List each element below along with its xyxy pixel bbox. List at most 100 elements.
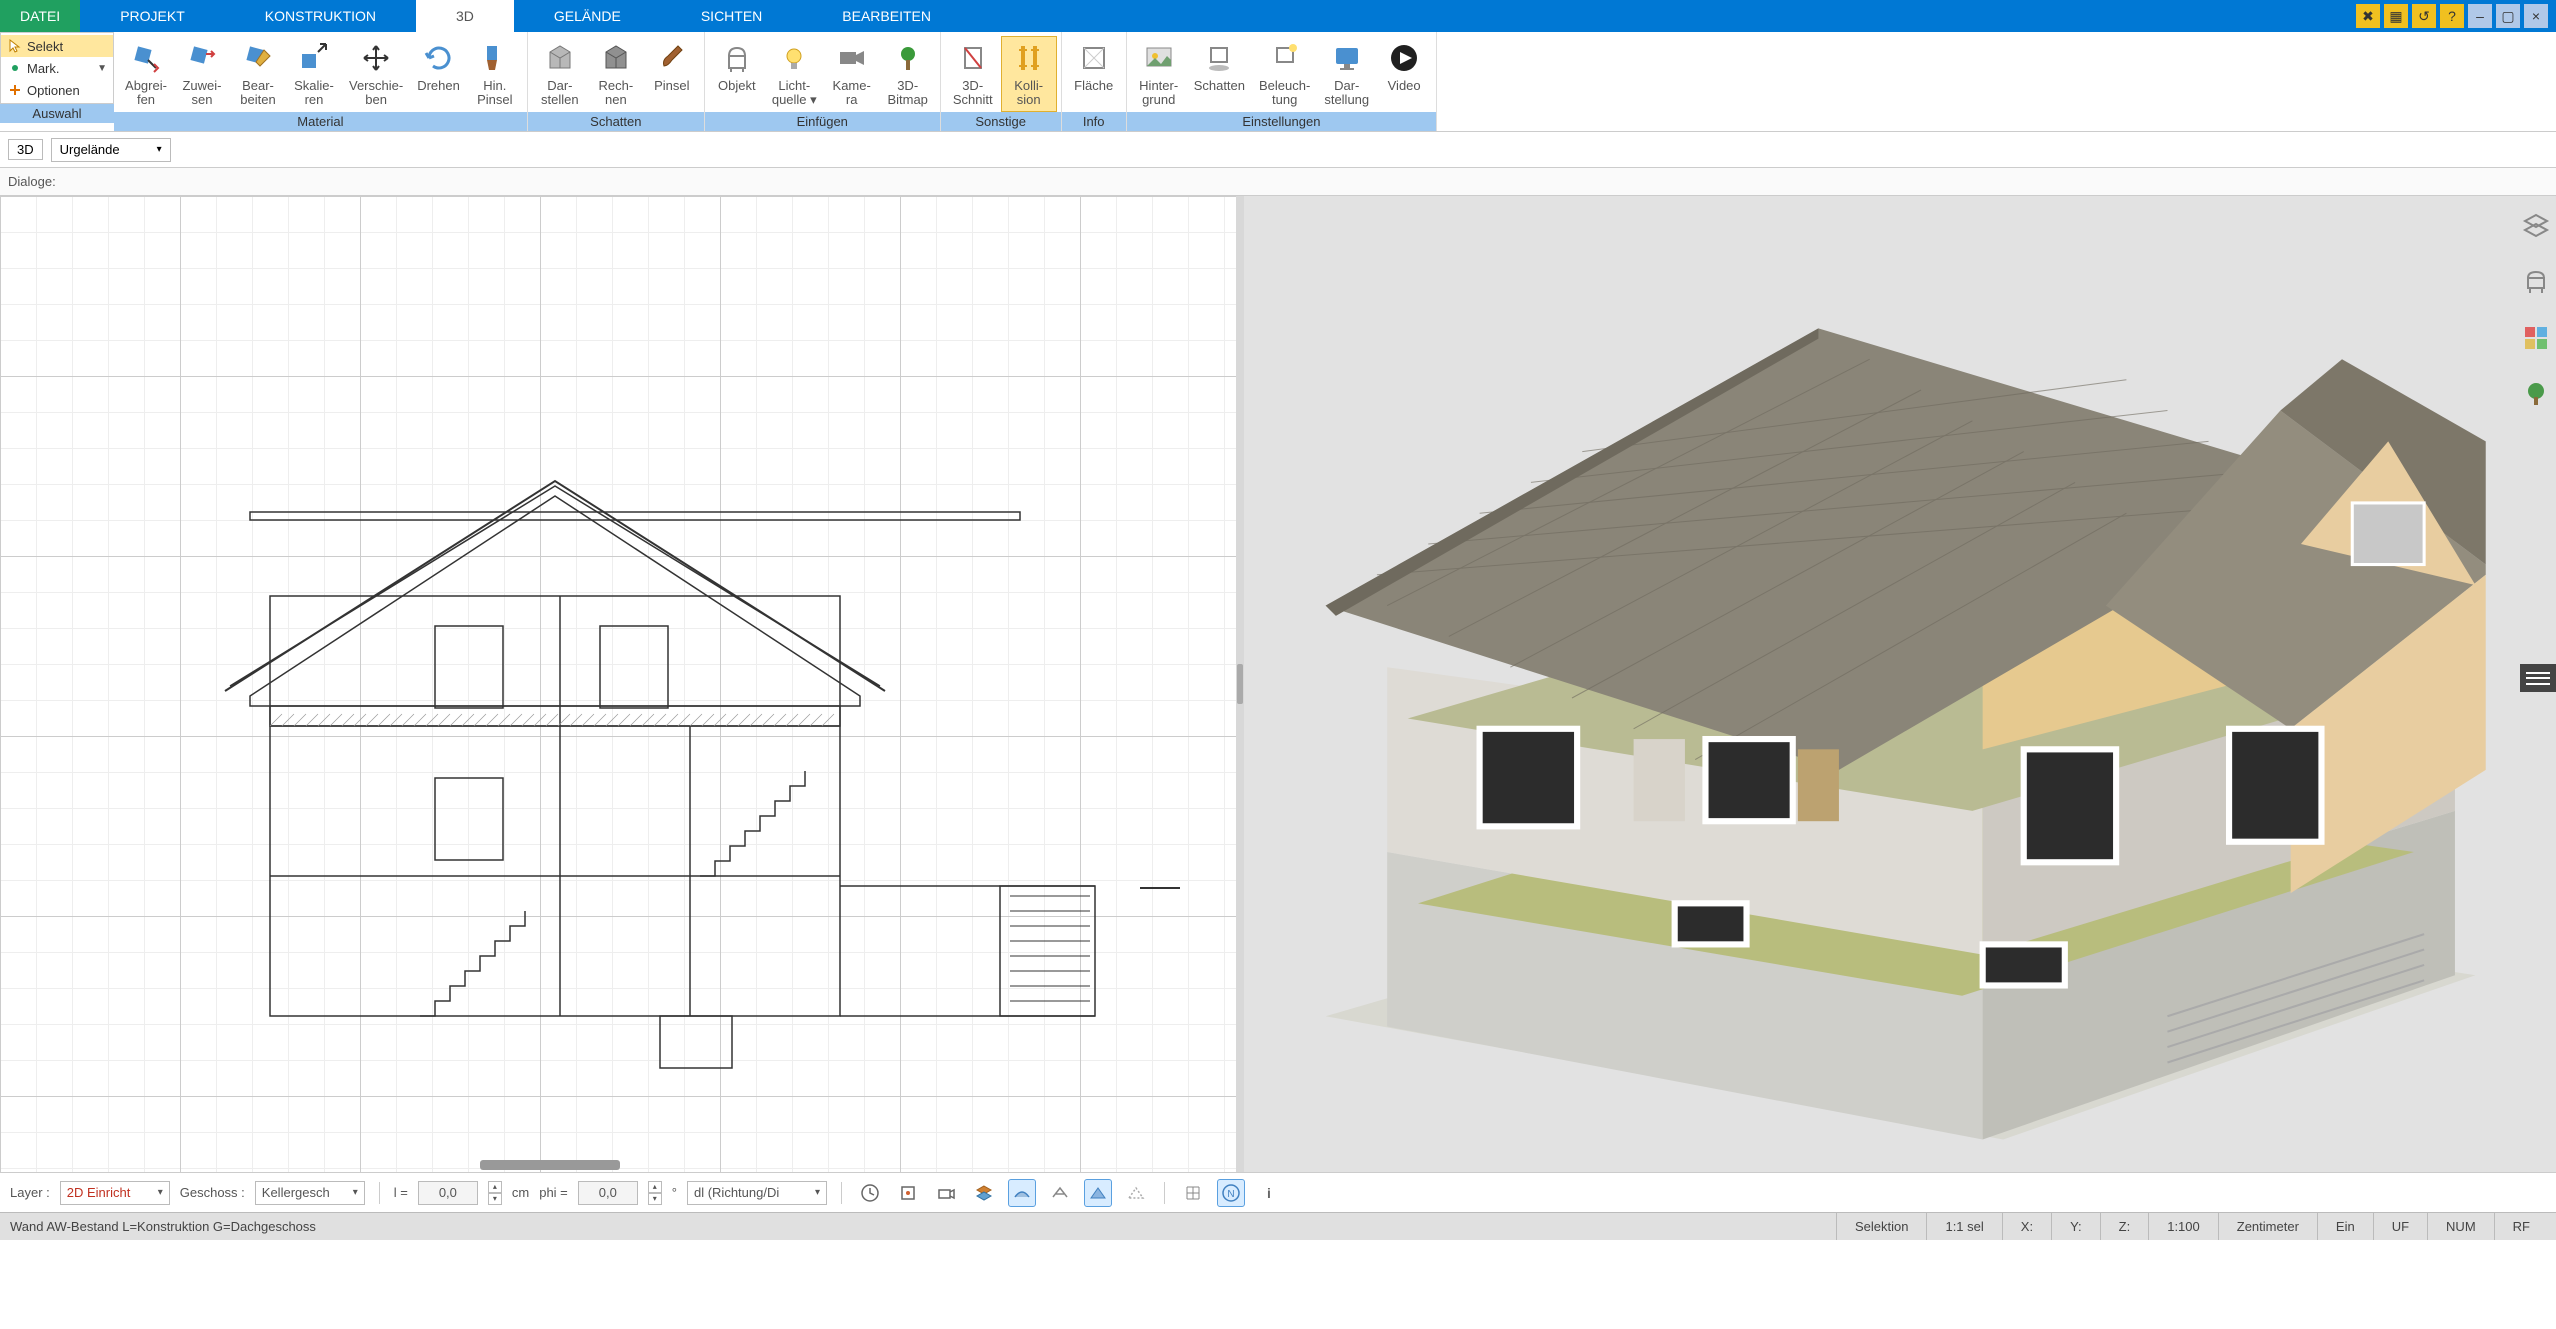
chevron-down-icon: ▼ (97, 63, 107, 74)
ribbon-verschieben-label1: Verschie- (349, 79, 403, 93)
l-spinner[interactable]: ▴▾ (488, 1181, 502, 1205)
status-uf: UF (2373, 1213, 2427, 1240)
phi-spinner[interactable]: ▴▾ (648, 1181, 662, 1205)
ribbon-hintergrund-button[interactable]: Hinter-grund (1131, 36, 1187, 112)
phi-label: phi = (539, 1185, 568, 1200)
ribbon-kollision-button[interactable]: Kolli-sion (1001, 36, 1057, 112)
ribbon-video-button[interactable]: Video (1376, 36, 1432, 112)
menu-datei[interactable]: DATEI (0, 0, 80, 32)
ribbon-bearbeiten-button[interactable]: Bear-beiten (230, 36, 286, 112)
ribbon-verschieben-button[interactable]: Verschie-ben (342, 36, 410, 112)
color-palette-icon[interactable] (2518, 320, 2554, 356)
menubar: DATEI PROJEKT KONSTRUKTION 3D GELÄNDE SI… (0, 0, 2556, 32)
optionen-button[interactable]: Optionen (1, 79, 113, 101)
camera-icon[interactable] (932, 1179, 960, 1207)
ribbon-bearbeiten-label2: beiten (240, 93, 275, 107)
ribbon-schnitt3d-button[interactable]: 3D-Schnitt (945, 36, 1001, 112)
status-scale: 1:100 (2148, 1213, 2218, 1240)
l-input[interactable]: 0,0 (418, 1181, 478, 1205)
target-icon[interactable] (894, 1179, 922, 1207)
chevron-down-icon: ▾ (815, 1187, 820, 1198)
ribbon-flaeche-label1: Fläche (1074, 79, 1113, 93)
terrain-value: Urgelände (60, 142, 120, 157)
group-label-sonstige: Sonstige (941, 112, 1061, 131)
menu-bearbeiten[interactable]: BEARBEITEN (802, 0, 971, 32)
status-ein: Ein (2317, 1213, 2373, 1240)
phi-input[interactable]: 0,0 (578, 1181, 638, 1205)
mode-3d-label: 3D (8, 139, 43, 160)
ribbon-hinpinsel-button[interactable]: Hin.Pinsel (467, 36, 523, 112)
ribbon-zuweisen-button[interactable]: Zuwei-sen (174, 36, 230, 112)
btn-maximize[interactable]: ▢ (2496, 4, 2520, 28)
ribbon-flaeche-button[interactable]: Fläche (1066, 36, 1122, 112)
svg-text:i: i (1267, 1185, 1271, 1201)
btn-help[interactable]: ? (2440, 4, 2464, 28)
group-label-schatten: Schatten (528, 112, 704, 131)
ribbon-schatten-button[interactable]: Schatten (1187, 36, 1252, 112)
btn-tool2[interactable]: ▦ (2384, 4, 2408, 28)
ribbon-darstellung-label1: Dar- (1334, 79, 1359, 93)
ribbon-beleuchtung-button[interactable]: Beleuch-tung (1252, 36, 1317, 112)
pane-2d-view[interactable] (0, 196, 1236, 1172)
svg-text:N: N (1227, 1189, 1234, 1200)
btn-minimize[interactable]: – (2468, 4, 2492, 28)
ribbon-skalieren-button[interactable]: Skalie-ren (286, 36, 342, 112)
ribbon-darstellen-label1: Dar- (547, 79, 572, 93)
shaded-icon[interactable] (1084, 1179, 1112, 1207)
ribbon-drehen-button[interactable]: Drehen (410, 36, 467, 112)
clock-icon[interactable] (856, 1179, 884, 1207)
ribbon-lichtquelle-button[interactable]: Licht-quelle ▾ (765, 36, 824, 112)
north-icon[interactable]: N (1217, 1179, 1245, 1207)
surface-mode-icon[interactable] (1008, 1179, 1036, 1207)
ribbon-abgreifen-label2: fen (137, 93, 155, 107)
terrain-select[interactable]: Urgelände ▾ (51, 138, 171, 162)
hscroll-thumb[interactable] (480, 1160, 620, 1170)
ribbon-kamera-label2: ra (846, 93, 858, 107)
menu-gelaende[interactable]: GELÄNDE (514, 0, 661, 32)
info-icon[interactable]: i (1255, 1179, 1283, 1207)
layer-select[interactable]: 2D Einricht ▾ (60, 1181, 170, 1205)
dl-select[interactable]: dl (Richtung/Di ▾ (687, 1181, 827, 1205)
selekt-button[interactable]: Selekt (1, 35, 113, 57)
layer-value: 2D Einricht (67, 1185, 131, 1200)
window-controls: ✖ ▦ ↺ ? – ▢ × (2354, 0, 2556, 32)
chevron-down-icon: ▾ (158, 1187, 163, 1198)
layers-toggle-icon[interactable] (970, 1179, 998, 1207)
ribbon-objekt-button[interactable]: Objekt (709, 36, 765, 112)
menu-projekt[interactable]: PROJEKT (80, 0, 225, 32)
pane-splitter[interactable] (1236, 196, 1244, 1172)
ribbon-pinsel-button[interactable]: Pinsel (644, 36, 700, 112)
l-unit: cm (512, 1185, 529, 1200)
ribbon-selection-column: Selekt Mark. ▼ Optionen Auswahl (0, 32, 114, 131)
ribbon-skalieren-label1: Skalie- (294, 79, 334, 93)
pane-3d-view[interactable] (1244, 196, 2556, 1172)
grid-toggle-icon[interactable] (1179, 1179, 1207, 1207)
side-drawer-handle[interactable] (2520, 664, 2556, 692)
menu-konstruktion[interactable]: KONSTRUKTION (225, 0, 416, 32)
tree-icon[interactable] (2518, 376, 2554, 412)
ribbon-bitmap3d-button[interactable]: 3D-Bitmap (880, 36, 936, 112)
geschoss-label: Geschoss : (180, 1185, 245, 1200)
geschoss-select[interactable]: Kellergesch ▾ (255, 1181, 365, 1205)
ribbon-darstellung-button[interactable]: Dar-stellung (1317, 36, 1376, 112)
ribbon-objekt-label1: Objekt (718, 79, 756, 93)
ribbon-kamera-label1: Kame- (833, 79, 871, 93)
ribbon-rechnen-button[interactable]: Rech-nen (588, 36, 644, 112)
ribbon-group-material: Abgrei-fenZuwei-senBear-beitenSkalie-ren… (114, 32, 528, 131)
abgreifen-icon (129, 41, 163, 75)
ribbon-kamera-button[interactable]: Kame-ra (824, 36, 880, 112)
btn-tool1[interactable]: ✖ (2356, 4, 2380, 28)
wireframe-icon[interactable] (1046, 1179, 1074, 1207)
ribbon-abgreifen-button[interactable]: Abgrei-fen (118, 36, 174, 112)
furniture-icon[interactable] (2518, 264, 2554, 300)
ribbon-darstellen-button[interactable]: Dar-stellen (532, 36, 588, 112)
darstellen-icon (543, 41, 577, 75)
btn-tool3[interactable]: ↺ (2412, 4, 2436, 28)
layers-icon[interactable] (2518, 208, 2554, 244)
menu-3d[interactable]: 3D (416, 0, 514, 32)
dialoge-bar: Dialoge: (0, 168, 2556, 196)
btn-close[interactable]: × (2524, 4, 2548, 28)
mark-button[interactable]: Mark. ▼ (1, 57, 113, 79)
hidden-lines-icon[interactable] (1122, 1179, 1150, 1207)
menu-sichten[interactable]: SICHTEN (661, 0, 802, 32)
